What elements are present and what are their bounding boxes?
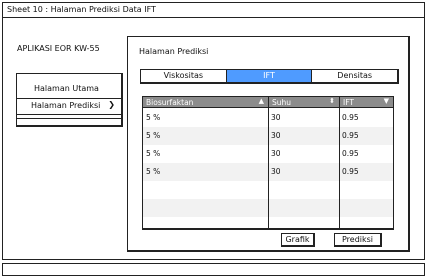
table-cell: 5 %: [146, 113, 161, 122]
data-table: Biosurfaktan ▲ 5 % 5 % 5 % 5 % Suhu ⬍ 30…: [142, 96, 394, 230]
panel-title: Halaman Prediksi: [139, 47, 209, 56]
table-cell: 5 %: [146, 149, 161, 158]
column-suhu: Suhu ⬍ 30 30 30 30: [269, 97, 340, 228]
tab-densitas[interactable]: Densitas: [312, 70, 397, 82]
prediksi-button[interactable]: Prediksi: [334, 233, 382, 247]
window-titlebar: Sheet 10 : Halaman Prediksi Data IFT: [2, 2, 425, 18]
column-biosurfaktan: Biosurfaktan ▲ 5 % 5 % 5 % 5 %: [143, 97, 269, 228]
tab-ift[interactable]: IFT: [226, 70, 313, 82]
column-header-suhu[interactable]: Suhu ⬍: [269, 97, 339, 108]
prediction-panel: Halaman Prediksi Viskositas IFT Densitas…: [127, 36, 410, 252]
status-bar: [2, 263, 425, 276]
sidebar-item-halaman-prediksi[interactable]: Halaman Prediksi ❯: [17, 98, 121, 114]
table-cell: 30: [271, 113, 281, 122]
sidebar-item-label: Halaman Utama: [34, 84, 99, 93]
tab-bar: Viskositas IFT Densitas: [140, 69, 399, 84]
table-cell: 30: [271, 149, 281, 158]
table-cell: 0.95: [342, 149, 359, 158]
tab-viskositas[interactable]: Viskositas: [141, 70, 227, 82]
grafik-button[interactable]: Grafik: [281, 233, 315, 247]
sort-desc-icon: ▼: [383, 97, 389, 105]
table-cell: 30: [271, 131, 281, 140]
sidebar-divider: [17, 118, 121, 119]
column-header-biosurfaktan[interactable]: Biosurfaktan ▲: [143, 97, 268, 108]
column-ift: IFT ▼ 0.95 0.95 0.95 0.95: [340, 97, 393, 228]
chevron-right-icon: ❯: [108, 100, 115, 109]
table-cell: 5 %: [146, 167, 161, 176]
table-cell: 0.95: [342, 113, 359, 122]
column-header-label: Biosurfaktan: [146, 98, 194, 107]
table-cell: 0.95: [342, 131, 359, 140]
sidebar-item-halaman-utama[interactable]: Halaman Utama: [17, 81, 121, 97]
column-header-label: Suhu: [272, 98, 292, 107]
app-name: APLIKASI EOR KW-55: [17, 44, 100, 53]
window-title: Sheet 10 : Halaman Prediksi Data IFT: [7, 5, 156, 14]
column-header-label: IFT: [343, 98, 354, 107]
table-cell: 30: [271, 167, 281, 176]
sidebar: Halaman Utama Halaman Prediksi ❯: [16, 73, 123, 127]
table-cell: 0.95: [342, 167, 359, 176]
sort-asc-icon: ▲: [258, 97, 264, 105]
sidebar-item-label: Halaman Prediksi: [31, 101, 101, 110]
column-header-ift[interactable]: IFT ▼: [340, 97, 393, 108]
sort-both-icon: ⬍: [329, 97, 335, 105]
sidebar-divider: [17, 114, 121, 115]
table-cell: 5 %: [146, 131, 161, 140]
